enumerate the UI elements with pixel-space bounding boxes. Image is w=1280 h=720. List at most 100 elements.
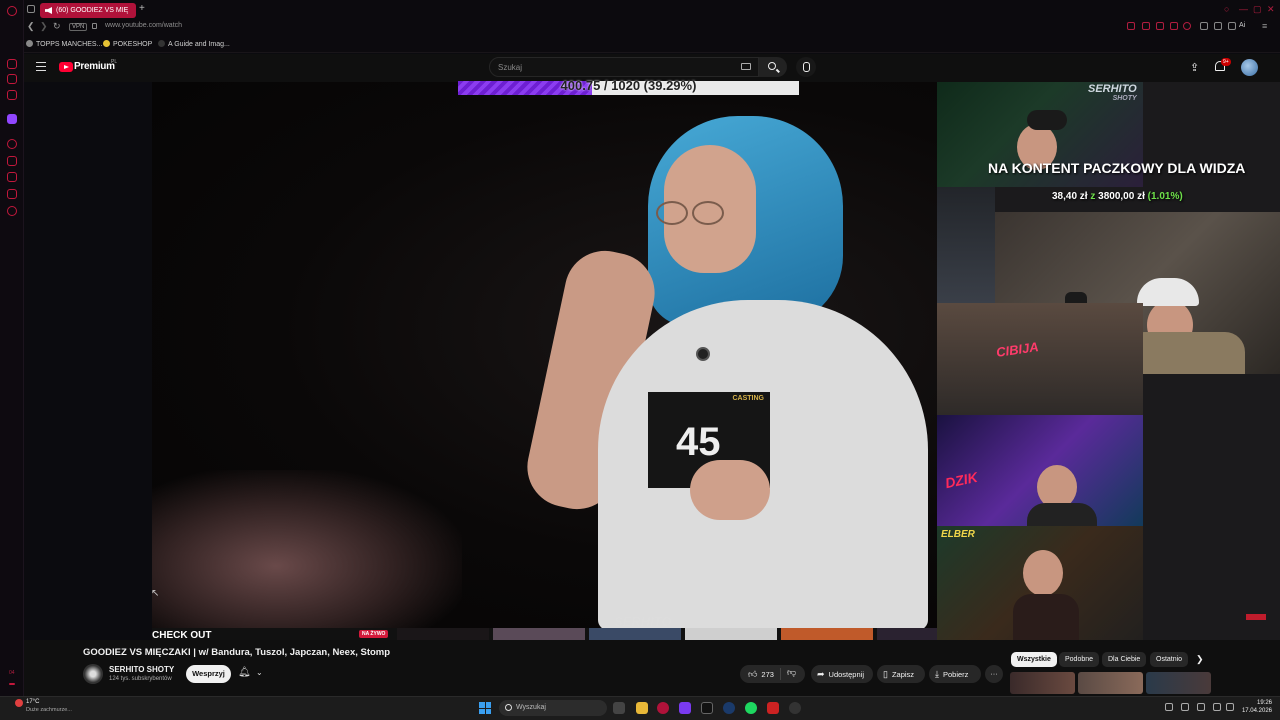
sidebar-extensions-icon[interactable]: [7, 189, 17, 199]
weather-temperature[interactable]: 17°C: [26, 699, 39, 705]
chip-all[interactable]: Wszystkie: [1011, 652, 1057, 667]
terminal-icon[interactable]: [701, 702, 713, 714]
spotify-icon[interactable]: [745, 702, 757, 714]
play-icon[interactable]: [1170, 22, 1178, 30]
sidebar-settings-icon[interactable]: [7, 206, 17, 216]
end-thumb[interactable]: [877, 628, 937, 640]
overlay-amount-sep: z: [1090, 191, 1096, 202]
thumbs-down-icon[interactable]: 👎︎: [787, 667, 796, 678]
volume-icon[interactable]: [1226, 703, 1234, 711]
overlay-amount-target: 3800,00 zł: [1098, 191, 1145, 202]
cloud-icon[interactable]: [1181, 703, 1189, 711]
end-thumb[interactable]: [589, 628, 681, 640]
sidebar-more-icon[interactable]: [9, 683, 15, 685]
windows-start-icon[interactable]: [479, 702, 491, 714]
tab-menu-icon[interactable]: [27, 5, 35, 13]
camera-icon[interactable]: [1127, 22, 1135, 30]
taskbar-clock[interactable]: 19:26 17.04.2026: [1240, 699, 1272, 715]
opera-logo-icon[interactable]: [7, 6, 17, 16]
end-screen-strip: [152, 628, 937, 640]
share-button[interactable]: ➦ Udostępnij: [811, 665, 873, 683]
usb-icon[interactable]: [1197, 703, 1205, 711]
keyboard-icon[interactable]: [741, 63, 751, 70]
subscriber-count: 124 tys. subskrybentów: [109, 676, 172, 682]
close-window-icon[interactable]: ✕: [1267, 4, 1275, 15]
obs-icon[interactable]: [789, 702, 801, 714]
channel-name[interactable]: SERHITO SHOTY: [109, 665, 174, 674]
extension-icon[interactable]: [1200, 22, 1208, 30]
bookmark-pokeshop[interactable]: POKESHOP: [103, 40, 152, 48]
wallet-icon[interactable]: [1214, 22, 1222, 30]
sidebar-bookmarks-icon[interactable]: [7, 156, 17, 166]
support-button[interactable]: Wesprzyj: [186, 665, 231, 683]
end-thumb[interactable]: [397, 628, 489, 640]
youtube-brand[interactable]: Premium: [74, 61, 115, 72]
recommended-thumbnail[interactable]: [1146, 672, 1211, 694]
notifications-badge: 9+: [1221, 58, 1231, 66]
ai-button[interactable]: Ai: [1239, 22, 1245, 29]
end-thumb[interactable]: [685, 628, 777, 640]
sidebar-twitch-icon[interactable]: [7, 114, 17, 124]
taskbar-search[interactable]: Wyszukaj: [499, 700, 607, 716]
url-field[interactable]: www.youtube.com/watch: [105, 22, 182, 29]
end-thumb[interactable]: [493, 628, 585, 640]
heart-icon[interactable]: [1183, 22, 1191, 30]
sidebar-history-icon[interactable]: [7, 139, 17, 149]
channel-avatar[interactable]: [83, 664, 103, 684]
sidebar-shortcut-icon[interactable]: [7, 59, 17, 69]
game-launcher-icon[interactable]: [767, 702, 779, 714]
bookmark-topps[interactable]: TOPPS MANCHES...: [26, 40, 102, 48]
back-icon[interactable]: ❮: [27, 21, 35, 32]
bookmark-guide[interactable]: A Guide and Imag...: [158, 40, 230, 48]
opera-icon[interactable]: [657, 702, 669, 714]
recommended-thumbnail[interactable]: [1078, 672, 1143, 694]
tab-active[interactable]: (60) GOODIEZ VS MIĘ: [40, 3, 136, 18]
snapshot-icon[interactable]: [1142, 22, 1150, 30]
create-upload-icon[interactable]: ⇪: [1190, 61, 1199, 74]
chevron-right-icon[interactable]: ❯: [1196, 654, 1204, 665]
voice-search-icon[interactable]: [796, 57, 816, 77]
speaker-icon[interactable]: [45, 7, 52, 14]
sidebar-downloads-icon[interactable]: [7, 172, 17, 182]
steam-icon[interactable]: [723, 702, 735, 714]
shield-icon[interactable]: [1156, 22, 1164, 30]
file-explorer-icon[interactable]: [636, 702, 648, 714]
youtube-logo-icon[interactable]: [59, 62, 73, 72]
weather-icon[interactable]: [15, 699, 23, 707]
network-icon[interactable]: [1213, 703, 1221, 711]
save-button[interactable]: ▯ Zapisz: [877, 665, 925, 683]
task-view-icon[interactable]: [613, 702, 625, 714]
minimize-icon[interactable]: —: [1239, 4, 1248, 14]
end-thumb[interactable]: [781, 628, 873, 640]
sidebar-messenger-icon[interactable]: [7, 74, 17, 84]
hamburger-menu-icon[interactable]: [36, 62, 46, 71]
youtube-button-icon[interactable]: [1246, 614, 1266, 620]
download-button[interactable]: ⤓ Pobierz: [929, 665, 981, 683]
chip-for-you[interactable]: Dla Ciebie: [1102, 652, 1147, 667]
browser-menu-icon[interactable]: ≡: [1262, 21, 1267, 31]
search-button[interactable]: [759, 57, 787, 77]
download-label: Pobierz: [942, 670, 969, 679]
subscription-bell-icon[interactable]: 🔔︎: [238, 667, 251, 678]
aria-icon[interactable]: [1228, 22, 1236, 30]
forward-icon[interactable]: ❯: [40, 21, 48, 32]
weather-description[interactable]: Duże zachmurze...: [26, 707, 72, 713]
more-actions-button[interactable]: ···: [985, 665, 1003, 683]
sidebar-instagram-icon[interactable]: [7, 90, 17, 100]
chip-recent[interactable]: Ostatnio: [1150, 652, 1189, 667]
search-input[interactable]: Szukaj: [489, 57, 759, 77]
reload-icon[interactable]: ↻: [53, 21, 61, 32]
tray-chevron-icon[interactable]: [1165, 703, 1173, 711]
new-tab-button[interactable]: +: [139, 3, 145, 14]
bookmark-icon: ▯: [883, 669, 888, 679]
chevron-down-icon[interactable]: ⌄: [256, 668, 263, 677]
account-avatar[interactable]: [1241, 59, 1258, 76]
chip-related[interactable]: Podobne: [1059, 652, 1100, 667]
discord-icon[interactable]: [679, 702, 691, 714]
lock-icon[interactable]: [92, 23, 97, 29]
headset-icon: [1027, 110, 1067, 130]
vpn-badge[interactable]: VPN: [69, 23, 88, 31]
maximize-icon[interactable]: ▢: [1253, 4, 1262, 15]
recommended-thumbnail[interactable]: [1010, 672, 1075, 694]
search-tabs-icon[interactable]: ○: [1224, 4, 1229, 14]
